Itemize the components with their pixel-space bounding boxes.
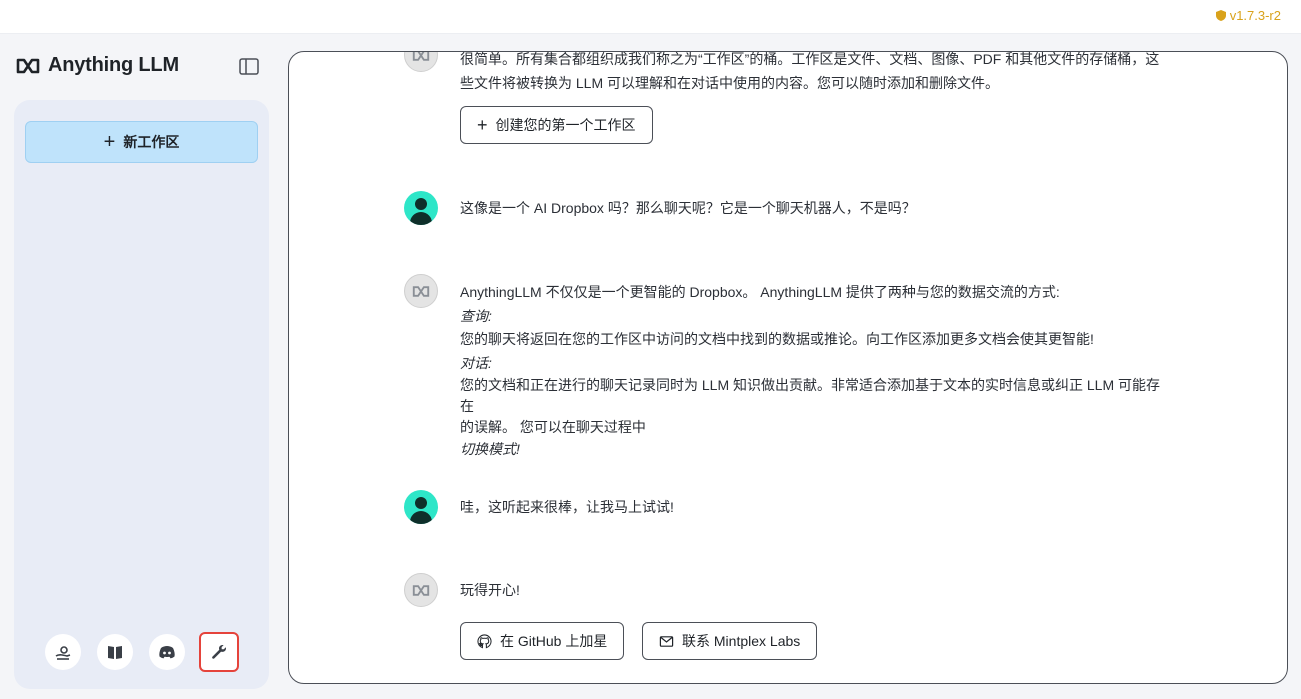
new-workspace-button[interactable]: + 新工作区 xyxy=(25,121,258,163)
chat-label: 对话: xyxy=(460,354,492,371)
chat-message-user: 这像是一个 AI Dropbox 吗？那么聊天呢？它是一个聊天机器人，不是吗？ xyxy=(404,191,1168,225)
anythingllm-logo-icon xyxy=(412,52,430,61)
switch-mode-text: 切换模式! xyxy=(460,441,520,457)
message-text: 这像是一个 AI Dropbox 吗？那么聊天呢？它是一个聊天机器人，不是吗？ xyxy=(460,200,916,216)
message-text: 哇，这听起来很棒，让我马上试试! xyxy=(460,499,674,515)
anythingllm-logo-icon xyxy=(16,58,40,73)
contact-mintplex-label: 联系 Mintplex Labs xyxy=(682,633,801,649)
brand: Anything LLM xyxy=(16,54,179,77)
message-text: 很简单。所有集合都组织成我们称之为“工作区”的桶。工作区是文件、文档、图像、PD… xyxy=(460,51,1168,95)
settings-wrench-icon xyxy=(212,645,226,659)
top-bar: v1.7.3-r2 xyxy=(0,0,1301,34)
community-hub-icon xyxy=(55,646,71,660)
sidebar-toggle-button[interactable] xyxy=(236,55,262,77)
message-line: 很简单。所有集合都组织成我们称之为“工作区”的桶。工作区是文件、文档、图像、PD… xyxy=(460,51,1160,67)
chat-message-user: 哇，这听起来很棒，让我马上试试! xyxy=(404,490,1168,524)
version-text: v1.7.3-r2 xyxy=(1229,8,1281,23)
docs-book-icon xyxy=(108,646,122,659)
plus-icon: + xyxy=(477,115,488,135)
message-text: 玩得开心! xyxy=(460,582,520,598)
query-label: 查询: xyxy=(460,307,492,324)
community-hub-button[interactable] xyxy=(45,634,81,670)
sidebar-footer xyxy=(45,632,239,672)
message-line: 些文件将被转换为 LLM 可以理解和在对话中使用的内容。您可以随时添加和删除文件… xyxy=(460,74,1000,91)
chat-message-bot: 很简单。所有集合都组织成我们称之为“工作区”的桶。工作区是文件、文档、图像、PD… xyxy=(404,51,1168,95)
mail-icon xyxy=(659,635,674,647)
docs-button[interactable] xyxy=(97,634,133,670)
chat-message-bot: AnythingLLM 不仅仅是一个更智能的 Dropbox。 Anything… xyxy=(404,274,1168,462)
shield-icon xyxy=(1215,10,1226,21)
sidebar: + 新工作区 xyxy=(14,100,269,689)
message-line: 您的聊天将返回在您的工作区中访问的文档中找到的数据或推论。向工作区添加更多文档会… xyxy=(460,331,1094,347)
anythingllm-logo-icon xyxy=(412,285,430,297)
discord-button[interactable] xyxy=(149,634,185,670)
chat-panel: 很简单。所有集合都组织成我们称之为“工作区”的桶。工作区是文件、文档、图像、PD… xyxy=(288,51,1288,684)
plus-icon: + xyxy=(103,131,116,153)
chat-message-bot: 玩得开心! xyxy=(404,573,1168,607)
message-line: 的误解。 您可以在聊天过程中 xyxy=(460,419,646,435)
github-star-label: 在 GitHub 上加星 xyxy=(500,633,608,649)
github-star-button[interactable]: 在 GitHub 上加星 xyxy=(460,622,625,660)
discord-icon xyxy=(159,646,175,659)
user-avatar xyxy=(404,191,438,225)
bot-avatar xyxy=(404,274,438,308)
user-avatar xyxy=(404,490,438,524)
create-workspace-button[interactable]: + 创建您的第一个工作区 xyxy=(460,106,653,144)
contact-mintplex-button[interactable]: 联系 Mintplex Labs xyxy=(642,622,818,660)
sidebar-panel-icon xyxy=(239,57,259,75)
new-workspace-label: 新工作区 xyxy=(123,134,180,150)
create-workspace-label: 创建您的第一个工作区 xyxy=(495,117,636,133)
message-line: 您的文档和正在进行的聊天记录同时为 LLM 知识做出贡献。非常适合添加基于文本的… xyxy=(460,377,1161,414)
message-line: AnythingLLM 不仅仅是一个更智能的 Dropbox。 Anything… xyxy=(460,284,1060,300)
version-badge: v1.7.3-r2 xyxy=(1215,8,1281,23)
anythingllm-logo-icon xyxy=(412,584,430,596)
bot-avatar xyxy=(404,573,438,607)
brand-name: Anything LLM xyxy=(48,54,179,76)
bot-avatar xyxy=(404,52,438,72)
message-text: AnythingLLM 不仅仅是一个更智能的 Dropbox。 Anything… xyxy=(460,274,1168,462)
settings-button[interactable] xyxy=(199,632,239,672)
github-icon xyxy=(477,633,492,648)
